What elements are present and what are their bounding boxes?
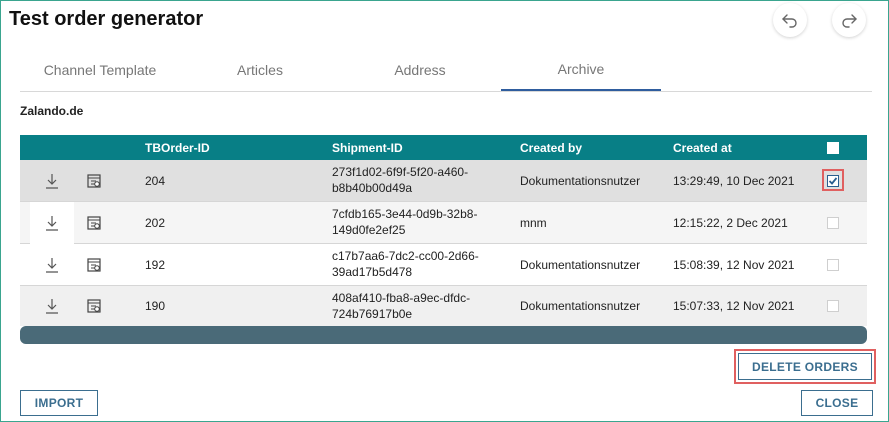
document-icon: [87, 258, 101, 272]
created-by: Dokumentationsnutzer: [520, 174, 641, 188]
document-button[interactable]: [72, 286, 116, 326]
created-at: 15:07:33, 12 Nov 2021: [673, 299, 795, 313]
dialog-title: Test order generator: [9, 8, 204, 30]
select-all-checkbox[interactable]: [827, 142, 839, 154]
shipment-id: c17b7aa6-7dc2-cc00-2d66- 39ad17b5d478: [332, 249, 479, 279]
column-header-order-id: TBOrder-ID: [145, 141, 210, 155]
redo-button[interactable]: [832, 3, 866, 37]
tab-archive[interactable]: Archive: [501, 48, 661, 91]
redo-icon: [842, 14, 857, 28]
order-id: 190: [145, 299, 166, 313]
download-icon: [46, 174, 58, 189]
document-icon: [87, 216, 101, 230]
created-at: 13:29:49, 10 Dec 2021: [673, 174, 795, 188]
document-icon: [87, 299, 101, 313]
order-id: 202: [145, 216, 166, 230]
download-icon: [46, 216, 58, 231]
table-row[interactable]: 192 c17b7aa6-7dc2-cc00-2d66- 39ad17b5d478…: [20, 244, 867, 286]
column-header-created-at: Created at: [673, 141, 732, 155]
document-button[interactable]: [72, 202, 116, 244]
table-row[interactable]: 204 273f1d02-6f9f-5f20-a460- b8b40b00d49a…: [20, 160, 867, 202]
download-button[interactable]: [30, 286, 74, 326]
download-icon: [46, 258, 58, 273]
created-at: 15:08:39, 12 Nov 2021: [673, 258, 795, 272]
order-id: 204: [145, 174, 166, 188]
row-checkbox[interactable]: [827, 217, 839, 229]
checkmark-icon: [827, 175, 839, 187]
download-icon: [46, 299, 58, 314]
download-button[interactable]: [30, 244, 74, 286]
undo-icon: [782, 14, 797, 28]
table-row[interactable]: 190 408af410-fba8-a9ec-dfdc- 724b76917b0e…: [20, 286, 867, 326]
created-by: Dokumentationsnutzer: [520, 258, 641, 272]
table-header: TBOrder-ID Shipment-ID Created by Create…: [20, 135, 867, 160]
created-by: Dokumentationsnutzer: [520, 299, 641, 313]
tab-bar: Channel Template Articles Address Archiv…: [20, 48, 872, 92]
document-button[interactable]: [72, 244, 116, 286]
shipment-id: 408af410-fba8-a9ec-dfdc- 724b76917b0e: [332, 291, 471, 321]
tab-articles[interactable]: Articles: [180, 48, 340, 92]
column-header-shipment-id: Shipment-ID: [332, 141, 403, 155]
horizontal-scrollbar[interactable]: [20, 326, 867, 344]
shipment-id: 7cfdb165-3e44-0d9b-32b8- 149d0fe2ef25: [332, 207, 478, 237]
download-button[interactable]: [30, 202, 74, 244]
document-icon: [87, 174, 101, 188]
delete-orders-button[interactable]: DELETE ORDERS: [738, 353, 872, 380]
row-checkbox[interactable]: [827, 259, 839, 271]
close-button[interactable]: CLOSE: [801, 390, 873, 416]
row-checkbox[interactable]: [827, 300, 839, 312]
table-row[interactable]: 202 7cfdb165-3e44-0d9b-32b8- 149d0fe2ef25…: [20, 202, 867, 244]
shipment-id: 273f1d02-6f9f-5f20-a460- b8b40b00d49a: [332, 165, 469, 195]
document-button[interactable]: [72, 160, 116, 202]
tab-address[interactable]: Address: [340, 48, 500, 92]
store-label: Zalando.de: [20, 104, 84, 118]
order-id: 192: [145, 258, 166, 272]
import-button[interactable]: IMPORT: [20, 390, 98, 416]
tab-channel-template[interactable]: Channel Template: [20, 48, 180, 92]
created-at: 12:15:22, 2 Dec 2021: [673, 216, 788, 230]
undo-button[interactable]: [773, 3, 807, 37]
column-header-created-by: Created by: [520, 141, 583, 155]
created-by: mnm: [520, 216, 547, 230]
download-button[interactable]: [30, 160, 74, 202]
orders-table: TBOrder-ID Shipment-ID Created by Create…: [20, 135, 867, 345]
row-checkbox[interactable]: [827, 175, 839, 187]
